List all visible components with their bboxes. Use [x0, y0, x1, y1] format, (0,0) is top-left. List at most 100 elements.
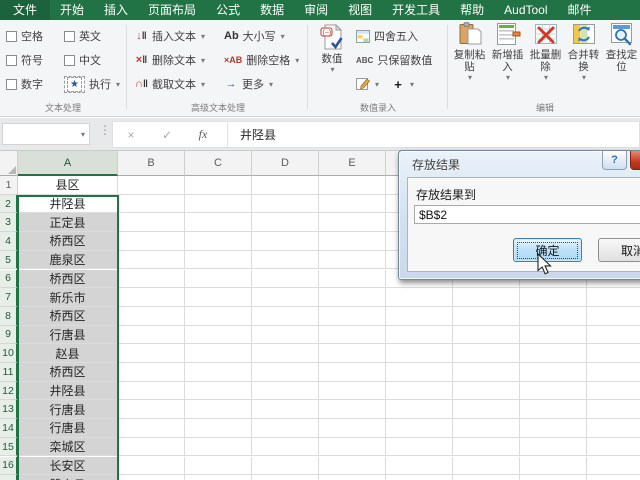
cell-E2[interactable] — [319, 194, 386, 214]
cell-C4[interactable] — [185, 232, 252, 251]
cell-E8[interactable] — [319, 306, 386, 326]
cell-G15[interactable] — [453, 437, 520, 457]
checkbox-item[interactable]: 英文 — [64, 24, 120, 48]
ribbon-tab[interactable]: 邮件 — [558, 0, 602, 20]
big-button[interactable]: 复制粘贴 ▾ — [451, 22, 488, 106]
row-header-15[interactable]: 15 — [0, 437, 18, 457]
ribbon-tab[interactable]: 开发工具 — [382, 0, 450, 20]
cell-C16[interactable] — [185, 456, 252, 476]
cell-D5[interactable] — [252, 250, 319, 270]
cell-H17[interactable] — [520, 475, 587, 480]
cell-D2[interactable] — [252, 194, 319, 214]
ribbon-tab[interactable]: 公式 — [206, 0, 250, 20]
big-button[interactable]: 查找定位 — [603, 22, 640, 106]
cell-F17[interactable] — [386, 475, 453, 480]
cell-D10[interactable] — [252, 344, 319, 363]
row-header-8[interactable]: 8 — [0, 306, 18, 326]
cell-F8[interactable] — [386, 306, 453, 326]
ok-button[interactable]: 确定 — [513, 238, 582, 262]
cancel-button[interactable]: 取消 — [598, 238, 640, 262]
dialog-help-button[interactable]: ? — [602, 151, 627, 170]
chevron-down-icon[interactable]: ▾ — [81, 130, 89, 139]
cell-C2[interactable] — [185, 194, 252, 214]
ribbon-tab[interactable]: AudTool — [494, 0, 557, 20]
cell-B4[interactable] — [118, 232, 185, 251]
cell-E9[interactable] — [319, 325, 386, 345]
column-header-E[interactable]: E — [319, 151, 386, 176]
row-header-16[interactable]: 16 — [0, 456, 18, 476]
cell-E10[interactable] — [319, 344, 386, 363]
cell-B12[interactable] — [118, 381, 185, 401]
cancel-formula-icon[interactable]: × — [113, 128, 149, 142]
cell-A5[interactable]: 鹿泉区 — [18, 250, 118, 270]
cell-C11[interactable] — [185, 363, 252, 382]
cell-D1[interactable] — [252, 176, 319, 195]
execute-button[interactable]: ★ 执行 ▾ — [64, 72, 120, 96]
ribbon-tab[interactable]: 开始 — [50, 0, 94, 20]
cell-C6[interactable] — [185, 269, 252, 289]
cell-A10[interactable]: 赵县 — [18, 344, 118, 363]
cell-H16[interactable] — [520, 456, 587, 476]
big-button[interactable]: 合并转换 ▾ — [565, 22, 602, 106]
cell-G8[interactable] — [453, 306, 520, 326]
menu-button[interactable]: ×AB 删除空格 ▾ — [224, 48, 299, 72]
cell-H7[interactable] — [520, 288, 587, 307]
column-header-C[interactable]: C — [185, 151, 252, 176]
select-all-corner[interactable] — [0, 151, 18, 176]
cell-D9[interactable] — [252, 325, 319, 345]
checkbox-item[interactable]: 中文 — [64, 48, 120, 72]
cell-C13[interactable] — [185, 400, 252, 420]
cell-A17[interactable]: 赞皇县 — [18, 475, 118, 480]
cell-F10[interactable] — [386, 344, 453, 363]
cell-C12[interactable] — [185, 381, 252, 401]
cell-B10[interactable] — [118, 344, 185, 363]
cell-C9[interactable] — [185, 325, 252, 345]
cell-E16[interactable] — [319, 456, 386, 476]
mini-button[interactable]: + ▾ — [391, 72, 414, 96]
column-header-A[interactable]: A — [18, 151, 118, 176]
cell-C7[interactable] — [185, 288, 252, 307]
row-header-1[interactable]: 1 — [0, 176, 18, 195]
cell-C10[interactable] — [185, 344, 252, 363]
cell-G13[interactable] — [453, 400, 520, 420]
cell-A11[interactable]: 桥西区 — [18, 363, 118, 382]
row-header-2[interactable]: 2 — [0, 194, 18, 214]
name-box[interactable]: ▾ — [2, 123, 90, 145]
cell-D7[interactable] — [252, 288, 319, 307]
ribbon-tab[interactable]: 视图 — [338, 0, 382, 20]
cell-C5[interactable] — [185, 250, 252, 270]
cell-F13[interactable] — [386, 400, 453, 420]
cell-I13[interactable] — [587, 400, 640, 420]
cell-I15[interactable] — [587, 437, 640, 457]
cell-F7[interactable] — [386, 288, 453, 307]
checkbox-item[interactable]: 数字 — [6, 72, 43, 96]
formula-value[interactable]: 井陉县 — [228, 126, 276, 143]
cell-E1[interactable] — [319, 176, 386, 195]
cell-F11[interactable] — [386, 363, 453, 382]
row-header-4[interactable]: 4 — [0, 232, 18, 251]
row-header-13[interactable]: 13 — [0, 400, 18, 420]
cell-I11[interactable] — [587, 363, 640, 382]
row-header-3[interactable]: 3 — [0, 213, 18, 233]
cell-H8[interactable] — [520, 306, 587, 326]
cell-G9[interactable] — [453, 325, 520, 345]
cell-A16[interactable]: 长安区 — [18, 456, 118, 476]
cell-G16[interactable] — [453, 456, 520, 476]
cell-G11[interactable] — [453, 363, 520, 382]
cell-C3[interactable] — [185, 213, 252, 233]
cell-A9[interactable]: 行唐县 — [18, 325, 118, 345]
cell-C15[interactable] — [185, 437, 252, 457]
cell-I16[interactable] — [587, 456, 640, 476]
cell-G14[interactable] — [453, 419, 520, 438]
cell-A4[interactable]: 桥西区 — [18, 232, 118, 251]
ribbon-tab[interactable]: 数据 — [250, 0, 294, 20]
cell-I12[interactable] — [587, 381, 640, 401]
cell-I10[interactable] — [587, 344, 640, 363]
cell-B6[interactable] — [118, 269, 185, 289]
cell-D11[interactable] — [252, 363, 319, 382]
cell-C14[interactable] — [185, 419, 252, 438]
cell-B1[interactable] — [118, 176, 185, 195]
cell-D4[interactable] — [252, 232, 319, 251]
menu-button[interactable]: × ‖ 删除文本 ▾ — [134, 48, 205, 72]
cell-I14[interactable] — [587, 419, 640, 438]
